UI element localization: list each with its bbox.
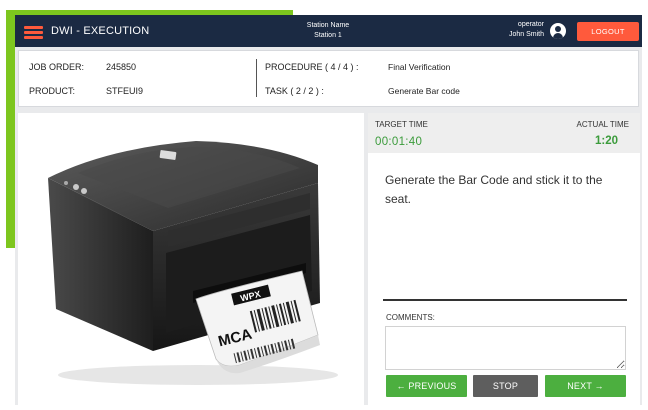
top-bar: DWI - EXECUTION Station Name Station 1 o… [15, 15, 642, 47]
previous-button[interactable]: ← PREVIOUS [386, 375, 467, 397]
procedure-value: Final Verification [388, 62, 451, 72]
operator-info: operator John Smith [470, 20, 544, 40]
user-circle-icon[interactable] [550, 23, 566, 39]
operator-name: John Smith [508, 31, 544, 38]
accent-bar-left [6, 10, 15, 248]
job-order-label: JOB ORDER: [29, 62, 85, 72]
task-panel: TARGET TIME ACTUAL TIME 00:01:40 1:20 Ge… [368, 113, 640, 405]
actual-time-label: ACTUAL TIME [576, 120, 629, 129]
timing-header: TARGET TIME ACTUAL TIME 00:01:40 1:20 [368, 113, 640, 153]
comments-input[interactable] [385, 326, 626, 370]
station-value: Station 1 [314, 32, 342, 39]
instruction-text: Generate the Bar Code and stick it to th… [385, 173, 603, 206]
procedure-label: PROCEDURE ( 4 / 4 ) : [265, 62, 359, 72]
actual-time-value: 1:20 [594, 135, 618, 147]
station-label: Station Name [306, 22, 350, 29]
comments-divider [383, 299, 627, 301]
hamburger-menu-icon[interactable] [24, 26, 43, 39]
product-label: PRODUCT: [29, 86, 76, 96]
app-window: DWI - EXECUTION Station Name Station 1 o… [15, 15, 642, 405]
screen-frame: DWI - EXECUTION Station Name Station 1 o… [0, 0, 648, 405]
work-instruction-image: WPX MCA [18, 113, 364, 405]
product-value: STFEUI9 [106, 86, 144, 96]
station-info: Station Name Station 1 [268, 21, 388, 41]
job-info-bar: JOB ORDER: 245850 PRODUCT: STFEUI9 PROCE… [18, 50, 639, 107]
logout-button[interactable]: LOGOUT [577, 22, 639, 41]
next-button[interactable]: NEXT → [545, 375, 626, 397]
app-title: DWI - EXECUTION [51, 25, 150, 37]
target-time-value: 00:01:40 [375, 136, 423, 148]
target-time-label: TARGET TIME [375, 120, 428, 129]
label-printer-illustration: WPX MCA [48, 141, 338, 385]
operator-label: operator [517, 21, 544, 28]
task-value: Generate Bar code [388, 86, 460, 96]
stop-button[interactable]: STOP [473, 375, 538, 397]
comments-label: COMMENTS: [386, 313, 435, 322]
info-divider [256, 59, 257, 97]
task-label: TASK ( 2 / 2 ) : [265, 86, 324, 96]
job-order-value: 245850 [106, 62, 137, 72]
